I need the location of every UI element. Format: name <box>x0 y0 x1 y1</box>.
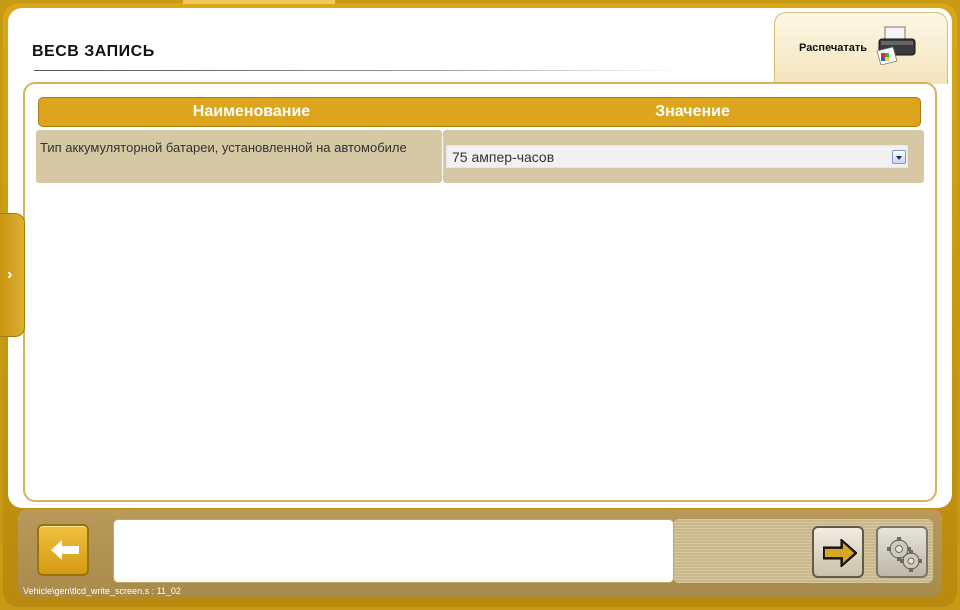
chevron-right-icon: › <box>7 266 13 283</box>
message-box <box>113 519 674 583</box>
arrow-left-icon <box>51 540 79 560</box>
arrow-right-icon <box>823 539 857 567</box>
title-underline <box>34 70 684 71</box>
next-button[interactable] <box>812 526 864 578</box>
printer-icon <box>875 25 921 66</box>
settings-button[interactable] <box>876 526 928 578</box>
print-button[interactable]: Распечатать <box>774 12 948 84</box>
row-name: Тип аккумуляторной батареи, установленно… <box>40 140 407 155</box>
column-header-value: Значение <box>655 103 730 120</box>
side-panel-toggle[interactable]: › <box>0 213 25 337</box>
page-title: ВЕСВ ЗАПИСЬ <box>32 43 155 60</box>
battery-type-select[interactable]: 75 ампер-часов <box>446 145 908 168</box>
table-header: Наименование Значение <box>38 97 921 127</box>
back-button[interactable] <box>37 524 89 576</box>
gears-icon <box>887 537 922 572</box>
print-label: Распечатать <box>799 42 868 54</box>
column-header-name: Наименование <box>192 103 311 120</box>
table-row-value-cell: 75 ампер-часов <box>443 130 924 183</box>
top-highlight-strip <box>183 0 335 4</box>
table-row-label-cell: Тип аккумуляторной батареи, установленно… <box>36 130 442 183</box>
select-value: 75 ампер-часов <box>452 149 555 165</box>
screen-path-label: Vehicle\gen\tlcd_write_screen.s : 11_02 <box>23 586 181 596</box>
chevron-down-icon[interactable] <box>892 150 906 164</box>
